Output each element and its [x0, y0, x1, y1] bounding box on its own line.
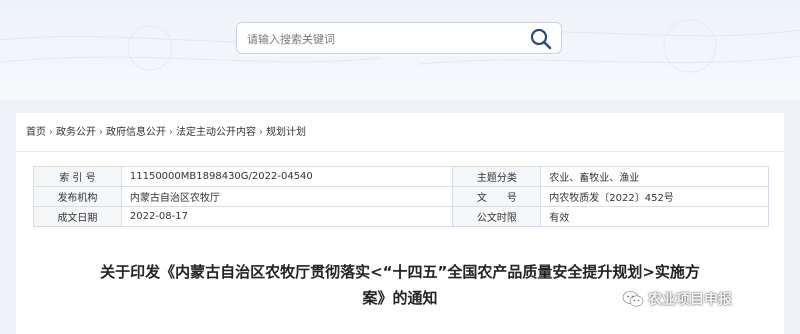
- validity-label: 公文时限: [452, 206, 542, 227]
- publisher-label: 发布机构: [33, 186, 122, 207]
- breadcrumb-divider: [16, 151, 784, 152]
- breadcrumb-separator: ›: [99, 127, 103, 138]
- publisher-value: 内蒙古自治区农牧厅: [120, 186, 454, 207]
- breadcrumb-home[interactable]: 首页: [26, 127, 46, 138]
- table-row: 索 引 号 11150000MB1898430G/2022-04540 主题分类…: [33, 166, 769, 187]
- search-input[interactable]: [245, 23, 519, 55]
- topic-label: 主题分类: [452, 166, 542, 187]
- date-value: 2022-08-17: [120, 206, 454, 227]
- validity-value: 有效: [540, 206, 769, 227]
- index-label: 索 引 号: [33, 166, 122, 187]
- watermark: 农业项目申报: [622, 288, 732, 310]
- watermark-text: 农业项目申报: [648, 292, 732, 308]
- breadcrumb: 首页 › 政务公开 › 政府信息公开 › 法定主动公开内容 › 规划计划: [26, 123, 306, 139]
- search-icon: [530, 28, 552, 50]
- breadcrumb-gov-affairs[interactable]: 政务公开: [56, 127, 96, 138]
- article-title-line1: 关于印发《内蒙古自治区农牧厅贯彻落实<“十四五”全国农产品质量安全提升规划>实施…: [100, 263, 700, 281]
- table-row: 发布机构 内蒙古自治区农牧厅 文 号 内农牧质发〔2022〕452号: [33, 186, 769, 207]
- breadcrumb-planning[interactable]: 规划计划: [266, 127, 306, 138]
- date-label: 成文日期: [33, 206, 122, 227]
- wechat-icon: [622, 291, 644, 307]
- topic-value: 农业、畜牧业、渔业: [540, 166, 769, 187]
- breadcrumb-gov-info[interactable]: 政府信息公开: [106, 127, 166, 138]
- document-meta-table: 索 引 号 11150000MB1898430G/2022-04540 主题分类…: [33, 166, 769, 227]
- index-value: 11150000MB1898430G/2022-04540: [120, 166, 454, 187]
- search-button[interactable]: [529, 27, 553, 51]
- doc-number-value: 内农牧质发〔2022〕452号: [540, 186, 769, 207]
- breadcrumb-separator: ›: [259, 127, 263, 138]
- breadcrumb-separator: ›: [49, 127, 53, 138]
- breadcrumb-separator: ›: [169, 127, 173, 138]
- table-row: 成文日期 2022-08-17 公文时限 有效: [33, 206, 769, 227]
- doc-number-label: 文 号: [452, 186, 542, 207]
- search-box: [236, 22, 562, 55]
- breadcrumb-statutory-content[interactable]: 法定主动公开内容: [176, 127, 256, 138]
